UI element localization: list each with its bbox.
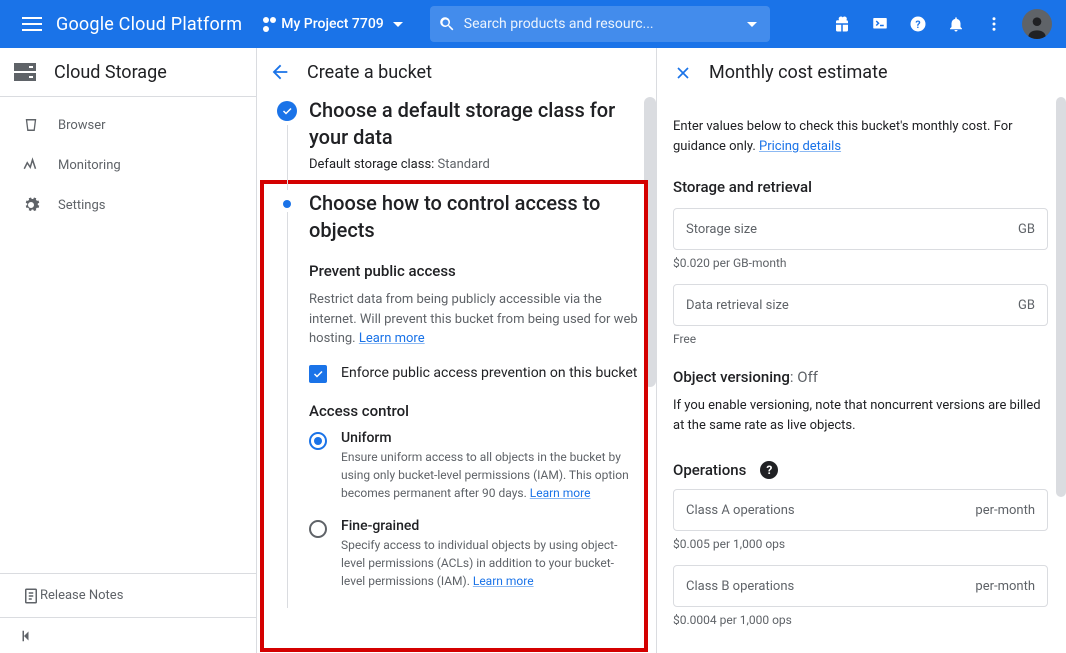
scrollbar[interactable] [644, 97, 656, 387]
help-icon[interactable]: ? [760, 461, 778, 479]
product-name: Cloud Storage [54, 62, 167, 83]
product-header: Cloud Storage [0, 48, 256, 97]
current-step-dot-icon [283, 200, 291, 208]
bucket-icon [22, 116, 58, 134]
gear-icon [22, 196, 58, 214]
cost-estimate-panel: Monthly cost estimate Enter values below… [657, 48, 1066, 653]
search-bar[interactable]: Search products and resourc... [430, 6, 770, 42]
gift-icon[interactable] [832, 14, 852, 34]
storage-size-input[interactable]: Storage size GB [673, 208, 1048, 250]
sidebar-item-label: Monitoring [58, 158, 121, 173]
radio-uniform[interactable]: Uniform Ensure uniform access to all obj… [309, 430, 638, 502]
retrieval-hint: Free [673, 332, 1048, 346]
step-title: Choose how to control access to objects [309, 190, 638, 244]
hamburger-menu-icon[interactable] [8, 17, 56, 31]
help-icon[interactable]: ? [908, 14, 928, 34]
notes-icon [22, 587, 40, 605]
data-retrieval-input[interactable]: Data retrieval size GB [673, 284, 1048, 326]
check-circle-icon [277, 101, 297, 121]
left-sidebar: Cloud Storage Browser Monitoring Setting… [0, 48, 257, 653]
radio-fine-grained[interactable]: Fine-grained Specify access to individua… [309, 518, 638, 590]
brand-label: Google Cloud Platform [56, 14, 242, 35]
step-storage-class[interactable]: Choose a default storage class for your … [275, 97, 638, 190]
prevent-public-access-desc: Restrict data from being publicly access… [309, 290, 638, 349]
storage-heading: Storage and retrieval [673, 178, 1048, 196]
intro-text: Enter values below to check this bucket'… [673, 117, 1048, 156]
top-bar: Google Cloud Platform My Project 7709 Se… [0, 0, 1066, 48]
sidebar-item-settings[interactable]: Settings [0, 185, 256, 225]
cloud-storage-icon [14, 63, 36, 81]
notifications-icon[interactable] [946, 14, 966, 34]
sidebar-item-label: Release Notes [40, 588, 123, 603]
prevent-public-access-heading: Prevent public access [309, 262, 638, 280]
collapse-sidebar-button[interactable] [0, 617, 256, 653]
sidebar-item-label: Browser [58, 118, 106, 133]
step-access-control: Choose how to control access to objects … [275, 190, 638, 608]
scrollbar[interactable] [1056, 97, 1066, 497]
monitoring-icon [22, 156, 58, 174]
checkbox-checked-icon [309, 365, 327, 383]
radio-selected-icon [309, 432, 327, 450]
radio-unselected-icon [309, 520, 327, 538]
operations-heading: Operations [673, 461, 746, 479]
learn-more-link[interactable]: Learn more [359, 331, 425, 346]
close-icon[interactable] [673, 63, 693, 83]
svg-text:?: ? [915, 18, 920, 31]
chevron-down-icon [388, 14, 408, 34]
search-icon [438, 15, 456, 33]
project-icon [262, 16, 275, 33]
pricing-details-link[interactable]: Pricing details [759, 139, 841, 154]
storage-hint: $0.020 per GB-month [673, 256, 1048, 270]
class-b-hint: $0.0004 per 1,000 ops [673, 613, 1048, 627]
access-control-heading: Access control [309, 402, 638, 420]
step-title: Choose a default storage class for your … [309, 97, 638, 151]
sidebar-item-browser[interactable]: Browser [0, 105, 256, 145]
project-selector[interactable]: My Project 7709 [262, 14, 408, 34]
chevron-down-icon [742, 14, 762, 34]
panel-title: Monthly cost estimate [709, 62, 888, 83]
versioning-desc: If you enable versioning, note that nonc… [673, 396, 1048, 435]
class-a-input[interactable]: Class A operations per-month [673, 489, 1048, 531]
sidebar-item-label: Settings [58, 198, 105, 213]
class-b-input[interactable]: Class B operations per-month [673, 565, 1048, 607]
more-icon[interactable] [984, 14, 1004, 34]
chevron-left-icon [18, 627, 36, 645]
sidebar-item-release-notes[interactable]: Release Notes [0, 573, 256, 617]
learn-more-link[interactable]: Learn more [473, 574, 534, 588]
enforce-prevention-checkbox[interactable]: Enforce public access prevention on this… [309, 363, 638, 384]
class-a-hint: $0.005 per 1,000 ops [673, 537, 1048, 551]
main-panel: Create a bucket Choose a default storage… [257, 48, 657, 653]
back-arrow-icon[interactable] [269, 61, 291, 83]
learn-more-link[interactable]: Learn more [530, 486, 591, 500]
page-title: Create a bucket [307, 62, 432, 83]
sidebar-item-monitoring[interactable]: Monitoring [0, 145, 256, 185]
cloud-shell-icon[interactable] [870, 14, 890, 34]
versioning-label: Object versioning: Off [673, 368, 1048, 386]
avatar[interactable] [1022, 9, 1052, 39]
project-name: My Project 7709 [281, 16, 384, 32]
search-placeholder: Search products and resourc... [464, 16, 742, 32]
